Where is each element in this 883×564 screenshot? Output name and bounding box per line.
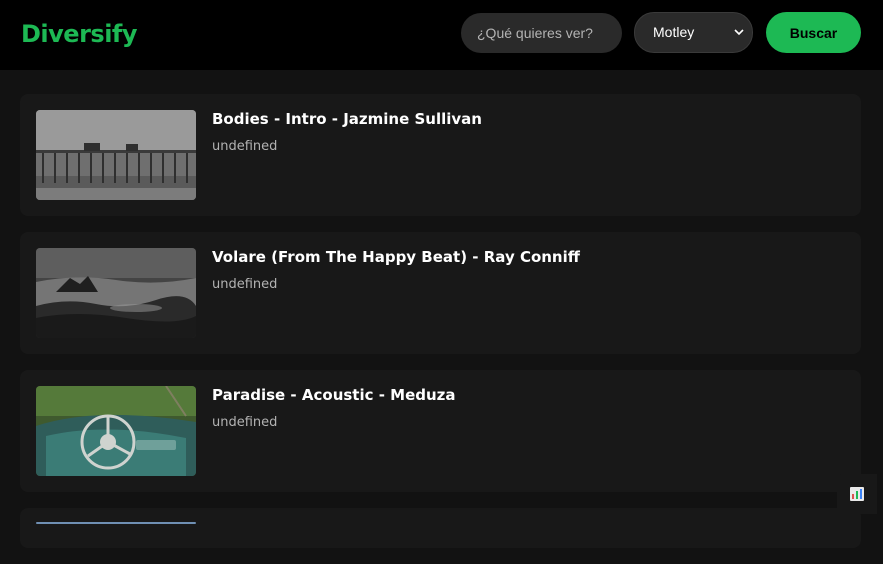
result-subtitle: undefined [212,277,278,292]
result-card[interactable]: Bodies - Intro - Jazmine Sullivan undefi… [20,94,861,216]
pier-image[interactable] [36,110,196,200]
steering-wheel-image[interactable] [36,386,196,476]
rocky-coast-image[interactable] [36,248,196,338]
result-title[interactable]: Volare (From The Happy Beat) - Ray Conni… [212,247,580,267]
result-title[interactable]: Bodies - Intro - Jazmine Sullivan [212,109,482,129]
results-list: Bodies - Intro - Jazmine Sullivan undefi… [20,94,861,564]
chevron-down-icon [734,29,744,36]
search-input[interactable] [461,13,622,53]
search-button[interactable]: Buscar [766,12,861,53]
type-select[interactable]: Motley [634,12,753,53]
result-title[interactable]: Paradise - Acoustic - Meduza [212,385,456,405]
type-select-value: Motley [653,24,695,40]
thumbnail-image[interactable] [36,522,196,524]
logo[interactable]: Diversify [21,18,138,50]
result-card[interactable] [20,508,861,548]
result-subtitle: undefined [212,415,278,430]
result-subtitle: undefined [212,139,278,154]
top-bar: Diversify Motley Buscar [0,0,883,70]
result-card[interactable]: Paradise - Acoustic - Meduza undefined [20,370,861,492]
bar-chart-icon[interactable] [837,474,877,514]
result-card[interactable]: Volare (From The Happy Beat) - Ray Conni… [20,232,861,354]
